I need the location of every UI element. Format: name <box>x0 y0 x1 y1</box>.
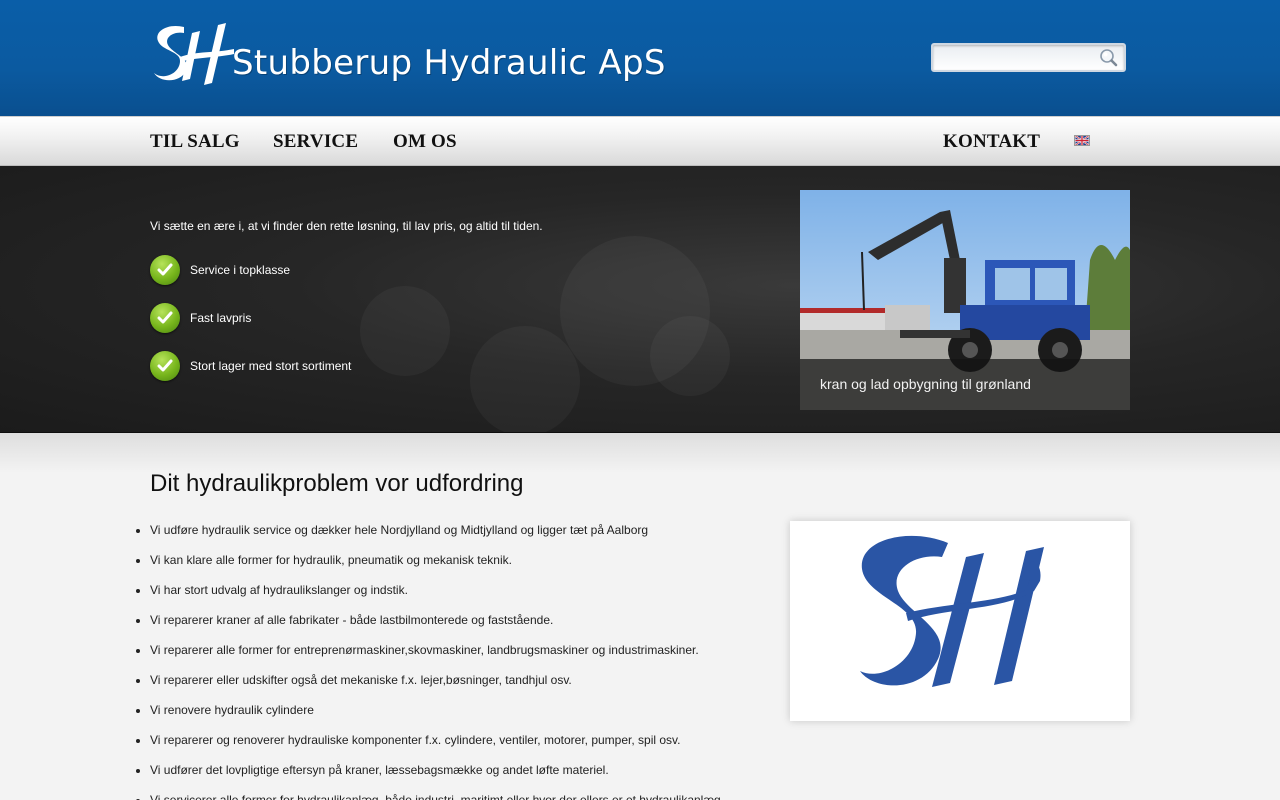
slide-caption: kran og lad opbygning til grønland <box>800 359 1130 410</box>
bokeh-decoration <box>470 326 580 432</box>
bokeh-decoration <box>360 286 450 376</box>
check-icon <box>150 303 180 333</box>
nav-item-kontakt[interactable]: KONTAKT <box>943 131 1040 153</box>
logo-text: Stubberup Hydraulic ApS <box>232 43 666 83</box>
hero-banner: Vi sætte en ære i, at vi finder den rett… <box>0 166 1280 433</box>
nav-item-service[interactable]: SERVICE <box>273 131 358 153</box>
site-logo[interactable]: Stubberup Hydraulic ApS <box>150 20 666 94</box>
sh-logo-large-icon <box>860 535 1044 687</box>
nav-item-om-os[interactable]: OM OS <box>393 131 457 153</box>
list-item: Vi renovere hydraulik cylindere <box>150 700 770 730</box>
service-list: Vi udføre hydraulik service og dækker he… <box>150 520 770 800</box>
search-box <box>931 43 1126 72</box>
feature-label: Service i topklasse <box>190 263 291 277</box>
feature-item: Stort lager med stort sortiment <box>150 351 351 381</box>
list-item: Vi kan klare alle former for hydraulik, … <box>150 550 770 580</box>
page-title: Dit hydraulikproblem vor udfordring <box>150 470 524 497</box>
bokeh-decoration <box>650 316 730 396</box>
list-item: Vi har stort udvalg af hydraulikslanger … <box>150 580 770 610</box>
site-header: Stubberup Hydraulic ApS <box>0 0 1280 116</box>
list-item: Vi udføre hydraulik service og dækker he… <box>150 520 770 550</box>
nav-item-til-salg[interactable]: TIL SALG <box>150 131 240 153</box>
check-icon <box>150 351 180 381</box>
list-item: Vi reparerer alle former for entreprenør… <box>150 640 770 670</box>
hero-slide[interactable]: kran og lad opbygning til grønland <box>800 190 1130 410</box>
search-input[interactable] <box>933 45 1093 70</box>
uk-flag-icon[interactable] <box>1074 135 1090 146</box>
search-icon[interactable] <box>1099 48 1119 68</box>
feature-item: Fast lavpris <box>150 303 251 333</box>
check-icon <box>150 255 180 285</box>
list-item: Vi udfører det lovpligtige eftersyn på k… <box>150 760 770 790</box>
feature-label: Fast lavpris <box>190 311 252 325</box>
list-item: Vi servicerer alle former for hydraulika… <box>150 790 770 800</box>
feature-item: Service i topklasse <box>150 255 290 285</box>
content-shadow-band <box>0 433 1280 473</box>
logo-card <box>790 521 1130 721</box>
list-item: Vi reparerer og renoverer hydrauliske ko… <box>150 730 770 760</box>
hero-tagline: Vi sætte en ære i, at vi finder den rett… <box>150 219 543 233</box>
list-item: Vi reparerer eller udskifter også det me… <box>150 670 770 700</box>
feature-label: Stort lager med stort sortiment <box>190 359 352 373</box>
list-item: Vi reparerer kraner af alle fabrikater -… <box>150 610 770 640</box>
sh-logo-mark-icon <box>154 23 234 85</box>
